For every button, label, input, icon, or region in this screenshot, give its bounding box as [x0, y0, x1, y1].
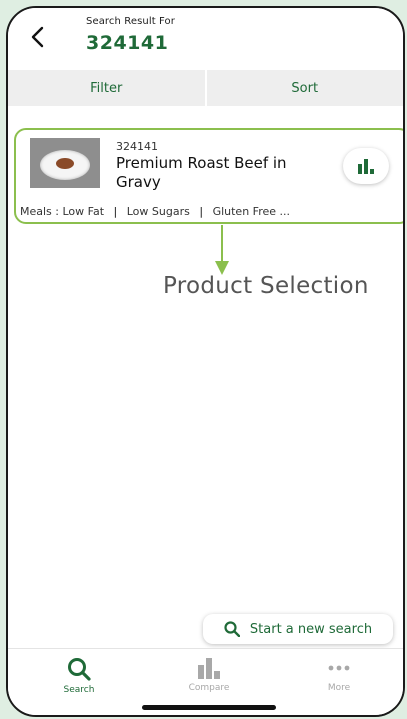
- tags-prefix: Meals :: [20, 205, 59, 218]
- search-icon: [68, 658, 91, 681]
- bar-chart-icon: [198, 658, 220, 679]
- bar-chart-icon: [358, 159, 374, 174]
- tag-separator: |: [113, 205, 118, 218]
- annotation-label: Product Selection: [163, 273, 369, 299]
- tab-search[interactable]: Search: [34, 657, 124, 703]
- tab-more[interactable]: More: [294, 657, 384, 703]
- compare-chart-button[interactable]: [343, 148, 389, 184]
- more-dots-icon: [328, 665, 350, 671]
- annotation-arrow: [215, 225, 229, 275]
- search-query-title: 324141: [86, 32, 169, 54]
- tab-more-label: More: [327, 683, 351, 693]
- product-name: Premium Roast Beef in Gravy: [116, 154, 287, 191]
- start-new-search-button[interactable]: Start a new search: [203, 614, 393, 644]
- sort-button[interactable]: Sort: [207, 70, 404, 106]
- tag-separator: |: [199, 205, 204, 218]
- tab-compare[interactable]: Compare: [164, 657, 254, 703]
- phone-frame: Search Result For 324141 Filter Sort 324…: [6, 6, 405, 717]
- product-result-card[interactable]: 324141 Premium Roast Beef in Gravy Meals…: [14, 128, 403, 224]
- tag-low-fat: Low Fat: [62, 205, 105, 218]
- back-button[interactable]: [26, 22, 50, 52]
- start-new-search-label: Start a new search: [249, 621, 373, 637]
- header-subtitle: Search Result For: [86, 16, 175, 27]
- tag-low-sugars: Low Sugars: [126, 205, 190, 218]
- food-image: [56, 158, 74, 169]
- product-tags: Meals : Low Fat | Low Sugars | Gluten Fr…: [20, 205, 290, 218]
- tab-search-label: Search: [63, 685, 95, 695]
- header: Search Result For 324141: [8, 8, 403, 70]
- home-indicator: [142, 705, 276, 710]
- product-thumbnail: [30, 138, 100, 188]
- filter-sort-bar: Filter Sort: [8, 70, 403, 106]
- filter-button[interactable]: Filter: [8, 70, 205, 106]
- search-icon: [224, 621, 240, 637]
- tag-gluten-free: Gluten Free: [212, 205, 277, 218]
- tags-more: ...: [279, 205, 291, 218]
- product-code: 324141: [116, 140, 158, 153]
- tab-compare-label: Compare: [188, 683, 230, 693]
- chevron-left-icon: [31, 26, 44, 48]
